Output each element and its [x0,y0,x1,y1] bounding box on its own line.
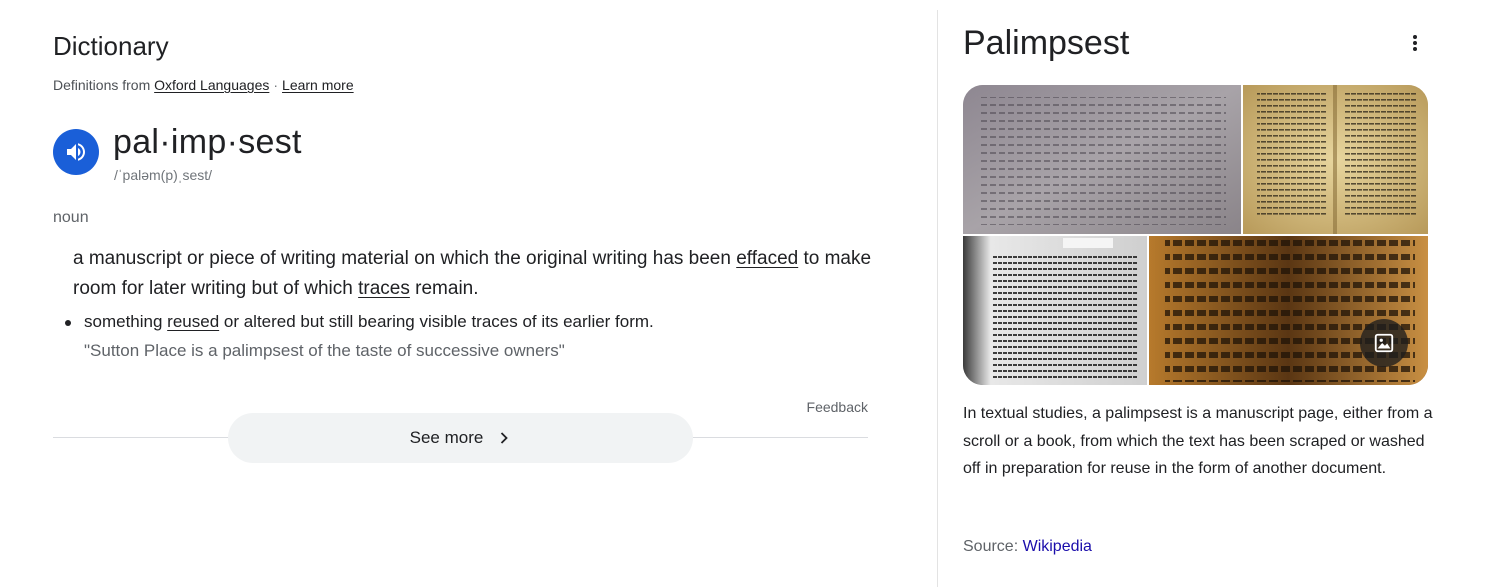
wikipedia-link[interactable]: Wikipedia [1023,538,1092,555]
image-icon[interactable] [1360,319,1408,367]
more-vert-icon[interactable] [1403,31,1427,55]
feedback-link[interactable]: Feedback [807,399,868,415]
source-separator: · [273,77,279,93]
definition-link-effaced[interactable]: effaced [736,248,798,269]
learn-more-link[interactable]: Learn more [282,77,354,93]
bullet-point [65,320,71,326]
chevron-right-icon [497,431,511,445]
image-gallery [963,85,1428,385]
manuscript-image-1[interactable] [963,85,1241,234]
oxford-languages-link[interactable]: Oxford Languages [154,77,269,93]
manuscript-image-2[interactable] [1243,85,1428,234]
definition-text: a manuscript or piece of writing materia… [73,248,737,269]
source-label: Source: [963,538,1019,555]
phonetic-spelling: /ˈpaləm(p)ˌsest/ [114,167,213,183]
definition-text: remain. [409,278,479,299]
speaker-icon [67,143,85,161]
definition-main: a manuscript or piece of writing materia… [73,244,873,304]
manuscript-image-3[interactable] [963,236,1147,385]
example-sentence: "Sutton Place is a palimpsest of the tas… [84,341,565,360]
headword: pal·imp·sest [113,123,302,161]
column-divider [937,10,938,587]
sub-definition-text: something [84,312,168,331]
dictionary-source: Definitions from Oxford Languages · Learn … [53,77,354,93]
dictionary-panel: Dictionary Definitions from Oxford Langu… [53,0,871,587]
see-more-button[interactable]: See more [228,413,693,463]
dictionary-title: Dictionary [53,31,169,61]
pronunciation-speaker-button[interactable] [53,129,99,175]
see-more-label: See more [409,428,484,447]
knowledge-panel-source: Source: Wikipedia [963,538,1092,556]
sub-definition-text: or altered but still bearing visible tra… [219,312,654,331]
definition-sub: something reused or altered but still be… [65,311,864,333]
knowledge-panel-description: In textual studies, a palimpsest is a ma… [963,405,1433,477]
knowledge-panel-title: Palimpsest [963,24,1130,62]
part-of-speech: noun [53,209,89,226]
sub-definition-link-reused[interactable]: reused [167,312,219,331]
source-prefix: Definitions from [53,77,151,93]
definition-link-traces[interactable]: traces [358,278,410,299]
